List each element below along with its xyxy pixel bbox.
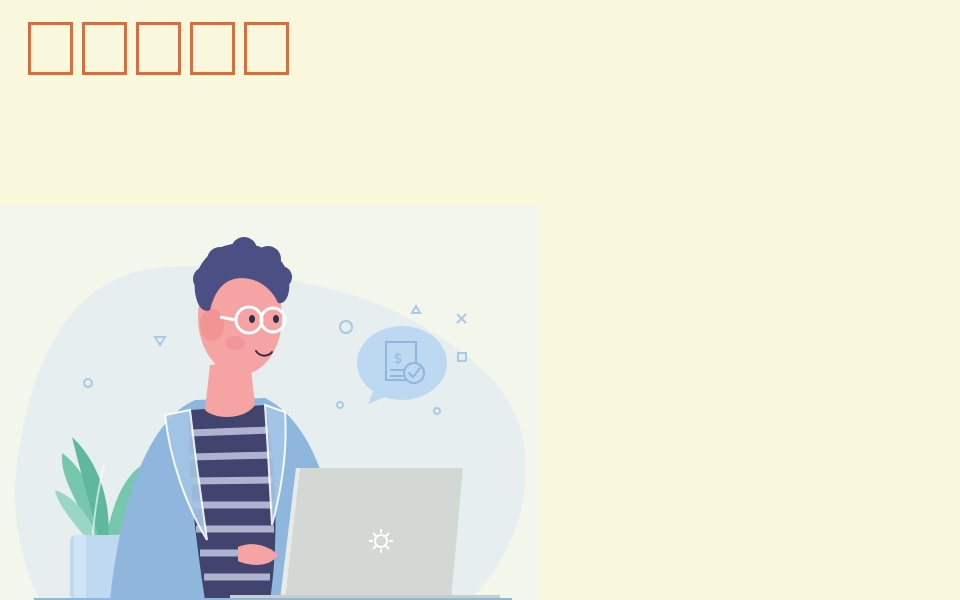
title-glyph-missing-icon [82,21,127,75]
page-title [28,19,289,77]
illustration-person-laptop: $ [0,205,540,600]
title-glyph-missing-icon [244,21,289,75]
title-glyph-missing-icon [136,21,181,75]
title-glyph-missing-icon [28,21,73,75]
title-glyph-missing-icon [190,21,235,75]
bubble-dollar-sign: $ [394,351,403,367]
